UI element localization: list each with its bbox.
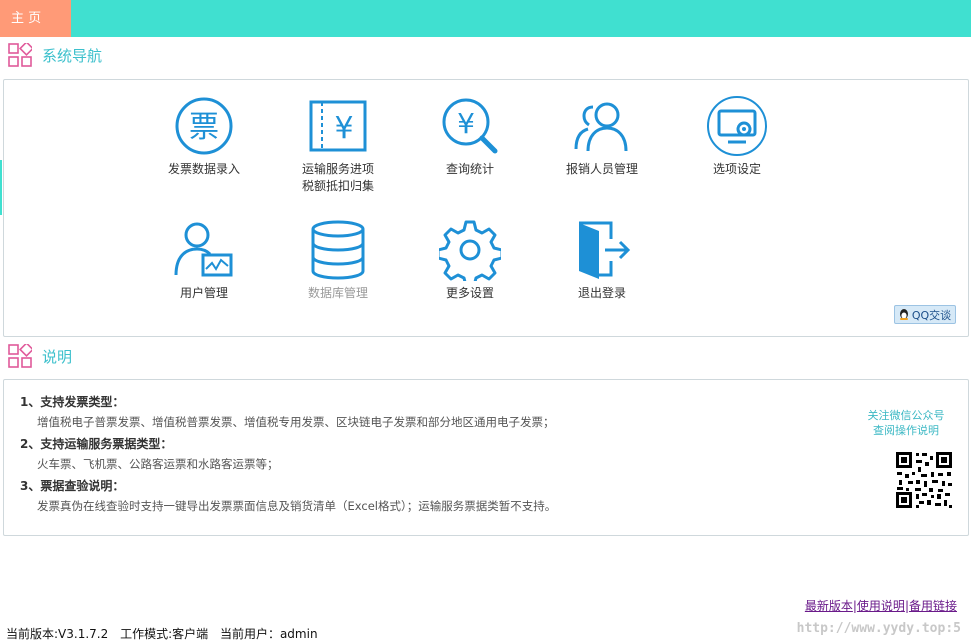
- nav-reimburse-staff[interactable]: 报销人员管理: [537, 95, 667, 178]
- watermark: http://www.yydy.top:5: [796, 621, 961, 636]
- desc-heading: 3、票据查验说明：: [20, 479, 125, 493]
- qr-code-icon: [894, 450, 954, 510]
- users-group-icon: [574, 102, 628, 152]
- manual-link[interactable]: 使用说明: [857, 599, 905, 613]
- grid-squares-icon: [8, 344, 32, 368]
- monitor-settings-icon: [707, 96, 767, 156]
- nav-invoice-entry[interactable]: 票 发票数据录入: [139, 95, 269, 178]
- qq-penguin-icon: [899, 309, 908, 320]
- gear-icon: [439, 220, 501, 281]
- nav-database-management[interactable]: 数据库管理: [273, 219, 403, 302]
- nav-label: 报销人员管理: [565, 162, 638, 176]
- qq-chat-label: QQ交谈: [911, 308, 952, 322]
- nav-query-stats[interactable]: ¥ 查询统计: [405, 95, 535, 178]
- side-marker: [0, 160, 2, 215]
- status-user: 当前用户：admin: [219, 627, 318, 641]
- logout-door-icon: [579, 221, 631, 279]
- nav-panel: 票 发票数据录入 ¥ 运输服务进项 税额抵扣归集 ¥ 查询统计 报销人员管理 选…: [3, 79, 969, 337]
- wechat-promo: 关注微信公众号 查阅操作说明: [856, 408, 956, 438]
- desc-text: 增值税电子普票发票、增值税普票发票、增值税专用发票、区块链电子发票和部分地区通用…: [37, 415, 555, 429]
- nav-options[interactable]: 选项设定: [672, 95, 802, 178]
- desc-text: 发票真伪在线查验时支持一键导出发票票面信息及销货清单（Excel格式）；运输服务…: [37, 499, 557, 513]
- yuan-document-icon: ¥: [309, 100, 367, 152]
- nav-user-management[interactable]: 用户管理: [139, 219, 269, 302]
- nav-label: 选项设定: [712, 162, 761, 176]
- wechat-line: 查阅操作说明: [873, 424, 939, 437]
- invoice-ticket-icon: 票: [175, 97, 233, 155]
- nav-label: 用户管理: [179, 286, 228, 300]
- desc-heading: 1、支持发票类型：: [20, 395, 125, 409]
- status-mode: 工作模式:客户端: [120, 627, 209, 641]
- nav-logout[interactable]: 退出登录: [537, 219, 667, 302]
- svg-text:¥: ¥: [457, 107, 475, 140]
- svg-text:¥: ¥: [334, 111, 353, 146]
- nav-section-header: 系统导航: [8, 42, 102, 68]
- nav-label: 更多设置: [445, 286, 494, 300]
- nav-label: 发票数据录入: [167, 162, 240, 176]
- svg-text:票: 票: [189, 110, 219, 145]
- yuan-search-icon: ¥: [442, 98, 498, 154]
- nav-label: 退出登录: [577, 286, 626, 300]
- grid-squares-icon: [8, 43, 32, 67]
- latest-version-link[interactable]: 最新版本: [805, 599, 853, 613]
- status-bar: 当前版本:V3.1.7.2 工作模式:客户端 当前用户：admin: [6, 625, 326, 642]
- top-bar: 主 页: [0, 0, 971, 37]
- nav-label: 查询统计: [445, 162, 494, 176]
- status-version: 当前版本:V3.1.7.2: [6, 627, 109, 641]
- database-icon: [311, 220, 365, 280]
- qq-chat-button[interactable]: QQ交谈: [894, 305, 956, 324]
- desc-text: 火车票、飞机票、公路客运票和水路客运票等；: [37, 457, 279, 471]
- desc-panel: 1、支持发票类型： 增值税电子普票发票、增值税普票发票、增值税专用发票、区块链电…: [3, 379, 969, 536]
- desc-section-header: 说明: [8, 343, 72, 369]
- tab-home[interactable]: 主 页: [0, 0, 71, 37]
- footer-links: 最新版本|使用说明|备用链接: [805, 597, 957, 614]
- nav-section-title: 系统导航: [42, 46, 103, 65]
- nav-label: 运输服务进项 税额抵扣归集: [301, 162, 374, 193]
- backup-link[interactable]: 备用链接: [909, 599, 957, 613]
- desc-heading: 2、支持运输服务票据类型：: [20, 437, 173, 451]
- nav-more-settings[interactable]: 更多设置: [405, 219, 535, 302]
- nav-transport-deduction[interactable]: ¥ 运输服务进项 税额抵扣归集: [273, 95, 403, 195]
- desc-section-title: 说明: [42, 347, 73, 366]
- user-monitor-icon: [174, 222, 233, 277]
- nav-label: 数据库管理: [307, 286, 368, 300]
- wechat-line: 关注微信公众号: [867, 409, 945, 422]
